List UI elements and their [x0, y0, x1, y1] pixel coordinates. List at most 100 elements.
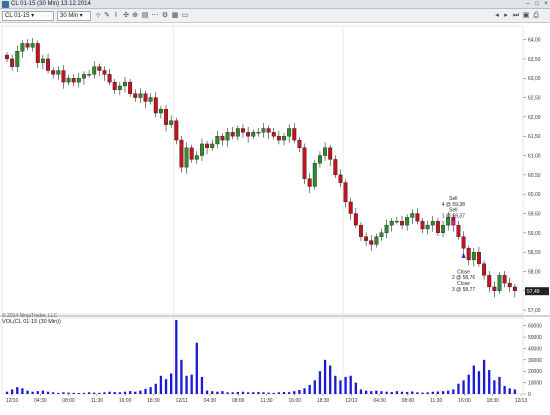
scroll-end-icon[interactable]: ⏭	[512, 12, 520, 20]
candle-body	[189, 147, 194, 160]
layout-icon[interactable]: ▣	[522, 12, 530, 20]
candle-body	[76, 78, 81, 83]
candle-body	[241, 128, 245, 133]
candle-body	[35, 43, 40, 63]
price-axis-label: 59,50	[528, 212, 541, 218]
candle-body	[199, 143, 204, 156]
volume-axis-label: 10000	[528, 381, 542, 387]
candle-body	[107, 74, 112, 83]
volume-panel-label: VOL(CL 01-15 (30 Min))	[2, 319, 61, 325]
candle-body	[456, 224, 461, 237]
price-axis-label: 63,50	[528, 57, 541, 63]
candle-body	[51, 70, 56, 75]
time-axis-label: 16:00	[119, 398, 132, 404]
candle-body	[497, 275, 502, 291]
nav-right-icon[interactable]: ▸	[502, 12, 510, 20]
candle-body	[153, 97, 158, 114]
candle-body	[261, 128, 266, 133]
app-icon	[2, 1, 9, 8]
candle-body	[297, 139, 302, 148]
candle-body	[507, 282, 512, 288]
print-icon[interactable]: ⎙	[532, 12, 540, 20]
candle-body	[46, 58, 50, 71]
candle-body	[164, 109, 168, 125]
properties-icon[interactable]: ▤	[141, 12, 149, 20]
candle-body	[328, 147, 333, 160]
candle-body	[143, 93, 148, 102]
chart-trader-icon[interactable]: ▭	[181, 12, 189, 20]
candle-body	[420, 221, 425, 230]
time-axis-label: 12/11	[176, 398, 188, 404]
candle-body	[384, 224, 389, 233]
nav-left-icon[interactable]: ◂	[493, 12, 501, 20]
time-axis-label: 18:30	[486, 398, 499, 404]
candle-body	[466, 248, 471, 261]
time-axis-label: 12/13	[515, 398, 528, 404]
chart-area[interactable]: 64,00 63,50 63,00 62,50 62,00 61,50 61,00 60,50…	[0, 24, 550, 415]
candle-body	[30, 43, 35, 48]
price-axis-label: 62,50	[528, 96, 541, 102]
candle-body	[87, 74, 92, 76]
instrument-label: CL 01-15	[5, 13, 30, 19]
time-axis-label: 18:30	[147, 398, 160, 404]
time-axis-label: 11:30	[91, 398, 103, 404]
time-axis-label: 04:30	[34, 398, 47, 404]
candle-body	[61, 70, 66, 83]
interval-selector[interactable]: 30 Min ▾	[57, 11, 91, 21]
candle-body	[15, 51, 20, 67]
close-icon[interactable]: ×	[542, 1, 550, 8]
price-panel-frame	[1, 25, 524, 315]
price-axis-label: 63,00	[528, 76, 541, 82]
candle-body	[179, 139, 184, 168]
data-box-icon[interactable]: ▦	[171, 12, 179, 20]
strategy-icon[interactable]: ⚙	[161, 12, 169, 20]
maximize-icon[interactable]: □	[533, 1, 541, 8]
candle-body	[471, 252, 476, 261]
chart-toolbar: CL 01-15 ▾ 30 Min ▾ ⊹ ✎ ⌇ ✣ ⊕ ▤ ⋯ ⚙ ▦ ▭ …	[0, 9, 550, 23]
zoom-icon[interactable]: ⊕	[131, 12, 139, 20]
candle-body	[292, 128, 297, 141]
price-axis-label: 61,50	[528, 134, 541, 140]
candle-body	[441, 224, 445, 233]
volume-axis-label: 50000	[528, 335, 542, 341]
candle-body	[312, 163, 317, 187]
pencil-icon[interactable]: ✎	[103, 12, 111, 20]
candle-body	[20, 43, 25, 52]
time-axis-label: 08:00	[402, 398, 415, 404]
last-price-label: 57,49	[527, 289, 540, 295]
time-axis-label: 12/12	[345, 398, 358, 404]
draw-tools-icon[interactable]: ⌇	[112, 12, 120, 20]
candle-body	[323, 147, 328, 156]
candle-body	[266, 128, 271, 133]
instrument-selector[interactable]: CL 01-15 ▾	[2, 11, 54, 21]
candle-body	[148, 97, 153, 102]
candle-body	[400, 221, 404, 226]
volume-axis-label: 60000	[528, 324, 542, 330]
candle-body	[169, 120, 174, 125]
volume-axis-label: 0	[528, 392, 531, 398]
price-axis-label: 59,00	[528, 231, 541, 237]
time-axis-label: 16:00	[289, 398, 302, 404]
candle-body	[40, 58, 45, 63]
minimize-icon[interactable]: –	[524, 1, 532, 8]
candle-body	[359, 224, 363, 237]
volume-axis-label: 20000	[528, 369, 542, 375]
candle-body	[282, 136, 286, 141]
indicators-icon[interactable]: ⋯	[151, 12, 159, 20]
candle-body	[394, 221, 399, 223]
candle-body	[82, 74, 86, 79]
candle-body	[92, 66, 97, 75]
candle-body	[307, 178, 312, 187]
chart-svg[interactable]: 64,00 63,50 63,00 62,50 62,00 61,50 61,00 60,50…	[0, 24, 550, 415]
candle-body	[276, 136, 281, 141]
move-icon[interactable]: ✣	[122, 12, 130, 20]
crosshair-icon[interactable]: ⊹	[94, 12, 102, 20]
candle-body	[117, 85, 122, 90]
interval-label: 30 Min	[60, 13, 79, 19]
price-axis-label: 61,00	[528, 154, 541, 160]
candle-body	[348, 201, 353, 214]
candle-body	[25, 43, 30, 48]
candle-body	[379, 232, 384, 237]
candle-body	[174, 120, 179, 141]
candle-body	[425, 224, 430, 230]
